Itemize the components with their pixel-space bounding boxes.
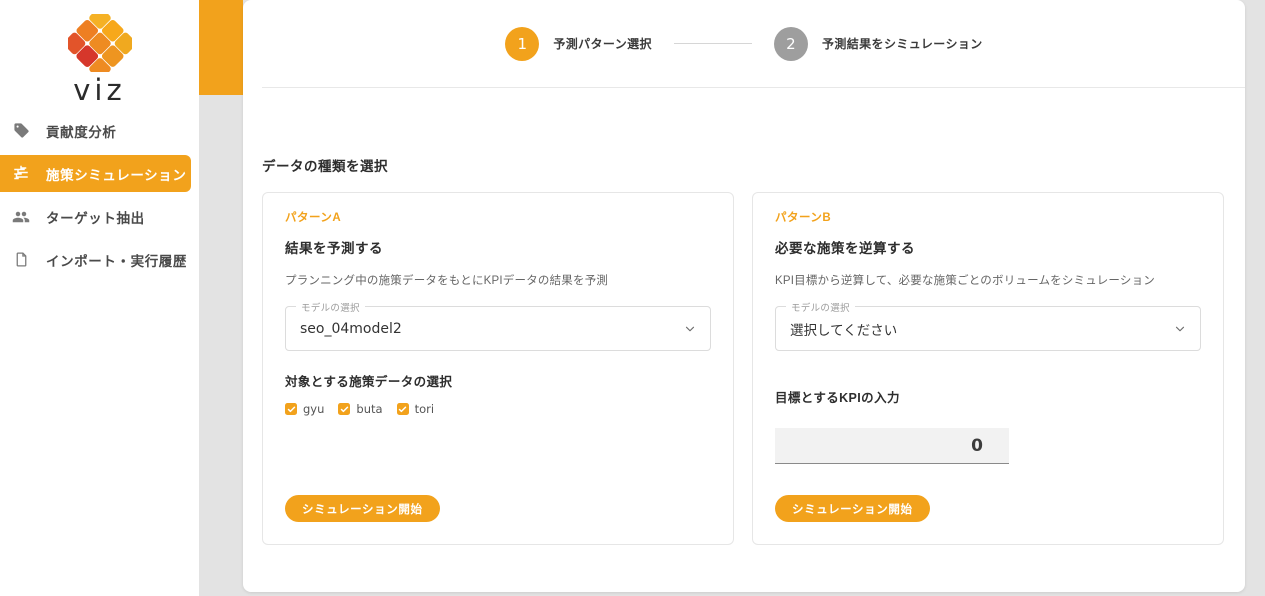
checkbox-label: tori xyxy=(414,402,435,416)
sidebar-item-import-history[interactable]: インポート・実行履歴 xyxy=(0,241,191,278)
left-rail-accent xyxy=(199,0,243,95)
pattern-b-title: 必要な施策を逆算する xyxy=(775,241,915,256)
pattern-b-start-simulation-button[interactable]: シミュレーション開始 xyxy=(775,495,930,522)
app-root: viz 貢献度分析 施策シミュレーション ターゲット抽出 インポート・実行履歴 … xyxy=(0,0,1265,596)
pattern-b-model-select[interactable]: モデルの選択 選択してください xyxy=(775,300,1201,351)
pattern-a-start-simulation-button[interactable]: シミュレーション開始 xyxy=(285,495,440,522)
sidebar-nav: 貢献度分析 施策シミュレーション ターゲット抽出 インポート・実行履歴 xyxy=(0,112,199,283)
step-1-number: 1 xyxy=(505,26,540,61)
pattern-b-kpi-title: 目標とするKPIの入力 xyxy=(775,391,900,405)
sidebar-item-target-extraction[interactable]: ターゲット抽出 xyxy=(0,198,191,235)
sidebar-item-label: インポート・実行履歴 xyxy=(46,253,187,269)
tune-sliders-icon xyxy=(8,163,34,185)
checkbox-label: gyu xyxy=(303,402,325,416)
pattern-a-model-select-legend: モデルの選択 xyxy=(296,300,365,314)
pattern-b-card: パターンB 必要な施策を逆算する KPI目標から逆算して、必要な施策ごとのボリュ… xyxy=(752,192,1224,545)
pattern-a-kicker: パターンA xyxy=(285,212,342,224)
sidebar-item-label: 貢献度分析 xyxy=(46,124,117,140)
pattern-a-description: プランニング中の施策データをもとにKPIデータの結果を予測 xyxy=(285,275,609,287)
pattern-cards: パターンA 結果を予測する プランニング中の施策データをもとにKPIデータの結果… xyxy=(262,192,1224,545)
sidebar-item-measure-simulation[interactable]: 施策シミュレーション xyxy=(0,155,191,192)
pattern-b-kpi-input[interactable]: 0 xyxy=(775,428,1009,464)
step-1-label: 予測パターン選択 xyxy=(553,37,652,51)
checkbox-checked-icon xyxy=(338,403,351,415)
step-2[interactable]: 2 予測結果をシミュレーション xyxy=(773,26,983,61)
brand-logo: viz xyxy=(0,14,199,105)
pattern-b-model-select-value: 選択してください xyxy=(790,322,898,339)
header-divider xyxy=(262,87,1245,88)
step-1[interactable]: 1 予測パターン選択 xyxy=(505,26,652,61)
step-2-number: 2 xyxy=(773,26,808,61)
checkbox-gyu[interactable]: gyu xyxy=(285,402,324,416)
checkbox-buta[interactable]: buta xyxy=(338,402,383,416)
section-title: データの種類を選択 xyxy=(262,159,388,174)
viz-heart-logo-icon xyxy=(67,14,132,72)
document-file-icon xyxy=(8,249,34,271)
pattern-b-model-select-legend: モデルの選択 xyxy=(786,300,855,314)
left-gutter-gray xyxy=(199,95,243,596)
tag-icon xyxy=(8,120,34,142)
wizard-stepper: 1 予測パターン選択 2 予測結果をシミュレーション xyxy=(243,0,1245,87)
checkbox-tori[interactable]: tori xyxy=(396,402,435,416)
sidebar-item-label: ターゲット抽出 xyxy=(46,210,145,226)
sidebar-item-label: 施策シミュレーション xyxy=(46,167,187,183)
pattern-a-model-select-value: seo_04model2 xyxy=(300,320,402,337)
step-2-label: 予測結果をシミュレーション xyxy=(821,37,983,51)
pattern-a-model-select[interactable]: モデルの選択 seo_04model2 xyxy=(285,300,711,351)
checkbox-label: buta xyxy=(356,402,383,416)
brand-name: viz xyxy=(73,73,126,107)
pattern-a-checkbox-group: gyu buta tori xyxy=(285,402,711,416)
pattern-a-title: 結果を予測する xyxy=(285,241,383,256)
pattern-b-description: KPI目標から逆算して、必要な施策ごとのボリュームをシミュレーション xyxy=(775,275,1155,287)
pattern-a-checkbox-group-title: 対象とする施策データの選択 xyxy=(285,375,453,389)
chevron-down-icon xyxy=(1173,322,1187,336)
sidebar: viz 貢献度分析 施策シミュレーション ターゲット抽出 インポート・実行履歴 xyxy=(0,0,199,596)
pattern-b-kicker: パターンB xyxy=(775,212,832,224)
step-connector xyxy=(673,43,752,44)
pattern-b-kpi-value: 0 xyxy=(971,435,983,456)
checkbox-checked-icon xyxy=(285,403,297,415)
pattern-a-card: パターンA 結果を予測する プランニング中の施策データをもとにKPIデータの結果… xyxy=(262,192,734,545)
chevron-down-icon xyxy=(683,322,697,336)
main-panel: 1 予測パターン選択 2 予測結果をシミュレーション データの種類を選択 パター… xyxy=(243,0,1245,592)
checkbox-checked-icon xyxy=(396,403,409,415)
sidebar-item-contribution-analysis[interactable]: 貢献度分析 xyxy=(0,112,191,149)
people-group-icon xyxy=(8,206,34,228)
